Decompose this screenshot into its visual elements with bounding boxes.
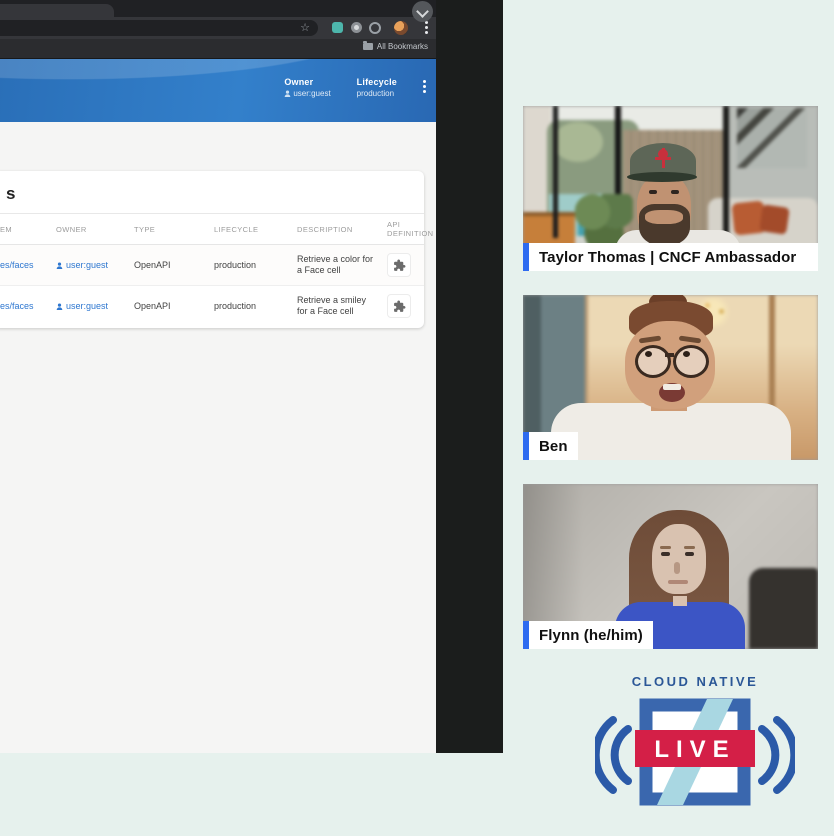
lifecycle-cell: production [206,245,289,286]
table-row: es/faces user:guest OpenAPI production R… [0,245,424,286]
col-lifecycle: LIFECYCLE [206,214,289,245]
backstage-page: s EM OWNER TYPE LIFECYCLE DESCRIPTION AP… [0,122,436,753]
person-icon [284,90,291,97]
live-text: LIVE [654,736,735,763]
table-row: es/faces user:guest OpenAPI production R… [0,286,424,327]
apis-card-heading: s [0,171,424,214]
all-bookmarks-button[interactable]: All Bookmarks [363,42,428,51]
owner-label: Owner [284,77,330,87]
description-cell: Retrieve a color for a Face cell [289,245,379,286]
name-banner: Flynn (he/him) [523,621,653,649]
bookmarks-bar: All Bookmarks [0,39,436,59]
chevron-down-icon [416,5,429,18]
tab-search-chevron-button[interactable] [412,1,433,22]
owner-link[interactable]: user:guest [66,301,108,311]
name-banner: Ben [523,432,578,460]
owner-value[interactable]: user:guest [293,89,330,98]
description-cell: Retrieve a smiley for a Face cell [289,286,379,327]
browser-tab-strip [0,0,436,17]
participant-name: Flynn (he/him) [529,621,653,649]
backstage-header: Owner user:guest Lifecycle production [0,59,436,122]
extension-puzzle-icon [393,259,406,272]
webcam-video-flynn: Flynn (he/him) [523,484,818,649]
header-menu-icon[interactable] [423,80,426,95]
col-system: EM [0,214,48,245]
col-type: TYPE [126,214,206,245]
browser-menu-icon[interactable] [425,21,429,35]
bookmark-star-icon[interactable]: ☆ [300,21,310,35]
api-definition-button[interactable] [387,294,411,318]
browser-active-tab[interactable] [0,4,114,17]
extension-icon-gray[interactable] [351,22,362,33]
col-description: DESCRIPTION [289,214,379,245]
screen-share-stage: ☆ All Bookmarks Owner user:guest [0,0,503,753]
apis-table: EM OWNER TYPE LIFECYCLE DESCRIPTION API … [0,214,424,326]
person-icon [56,262,63,269]
browser-profile-avatar[interactable] [394,21,408,35]
lifecycle-label: Lifecycle [357,77,397,87]
lifecycle-cell: production [206,286,289,327]
participant-name: Taylor Thomas | CNCF Ambassador [529,243,818,271]
col-api-definition: API DEFINITION [379,214,424,245]
extension-icon-teal[interactable] [332,22,343,33]
apis-card: s EM OWNER TYPE LIFECYCLE DESCRIPTION AP… [0,171,424,328]
address-bar[interactable]: ☆ [0,20,318,36]
cap-logo [655,148,671,168]
participant-name: Ben [529,432,578,460]
browser-toolbar: ☆ [0,17,436,39]
header-lifecycle-block: Lifecycle production [357,77,397,98]
all-bookmarks-label: All Bookmarks [377,42,428,51]
lifecycle-value: production [357,89,394,98]
api-definition-button[interactable] [387,253,411,277]
browser-window: ☆ All Bookmarks Owner user:guest [0,0,436,753]
name-banner: Taylor Thomas | CNCF Ambassador [523,243,818,271]
webcam-video-taylor: Taylor Thomas | CNCF Ambassador [523,106,818,271]
system-link[interactable]: es/faces [0,301,34,311]
webcam-video-ben: Ben [523,295,818,460]
type-cell: OpenAPI [126,245,206,286]
header-owner-block: Owner user:guest [284,77,330,98]
table-header-row: EM OWNER TYPE LIFECYCLE DESCRIPTION API … [0,214,424,245]
cloud-native-wordmark: CLOUD NATIVE [595,674,795,689]
system-link[interactable]: es/faces [0,260,34,270]
owner-link[interactable]: user:guest [66,260,108,270]
extension-puzzle-icon [393,300,406,313]
folder-icon [363,43,373,50]
col-owner: OWNER [48,214,126,245]
cloud-native-live-logo: LIVE [595,694,795,822]
type-cell: OpenAPI [126,286,206,327]
person-icon [56,303,63,310]
extensions-menu-icon[interactable] [369,22,381,34]
